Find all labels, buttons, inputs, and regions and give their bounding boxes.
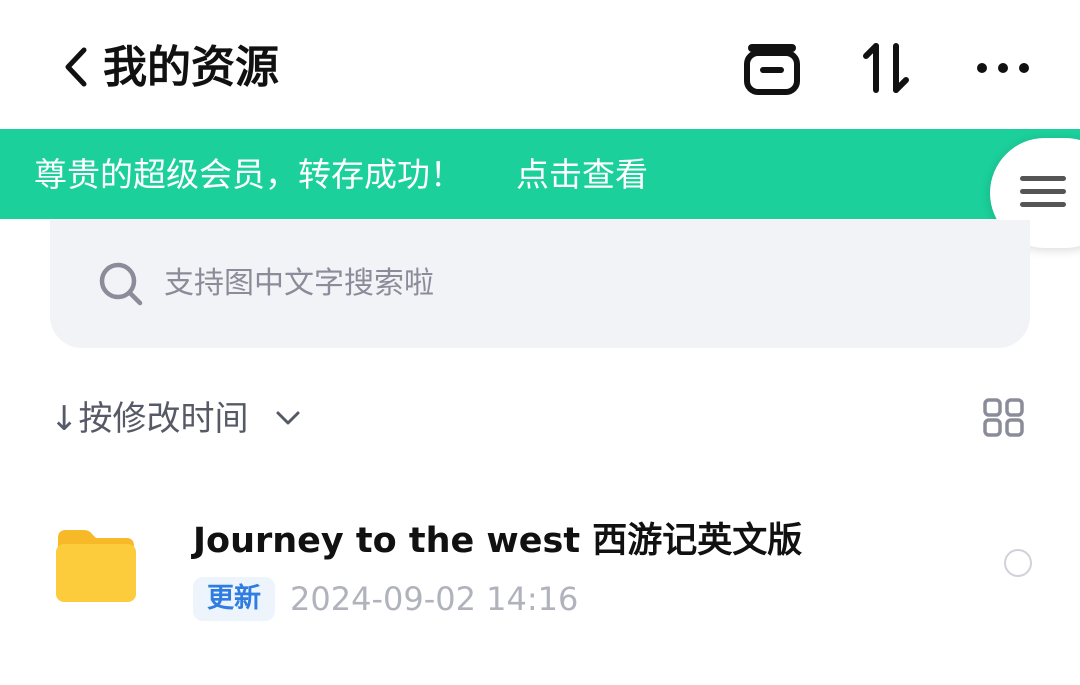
- search-input[interactable]: 支持图中文字搜索啦: [164, 263, 434, 305]
- grid-view-icon[interactable]: [982, 398, 1026, 438]
- more-button[interactable]: [972, 48, 1034, 88]
- banner-view-link[interactable]: 点击查看: [516, 153, 648, 197]
- select-checkbox[interactable]: [1004, 549, 1032, 577]
- chevron-down-icon[interactable]: [274, 406, 302, 430]
- sort-arrows-icon: [863, 43, 909, 93]
- folder-outline-icon: [744, 44, 800, 95]
- sort-by-modified-time[interactable]: ↓按修改时间: [50, 396, 249, 442]
- hamburger-icon: [1020, 176, 1066, 207]
- file-name[interactable]: Journey to the west 西游记英文版: [193, 517, 802, 565]
- search-icon: [96, 259, 146, 309]
- sort-button[interactable]: [858, 40, 916, 96]
- file-modified-date: 2024-09-02 14:16: [290, 580, 579, 618]
- banner-message: 尊贵的超级会员，转存成功！: [34, 155, 463, 194]
- more-dots-icon: [977, 63, 1029, 73]
- chevron-left-icon: [65, 47, 87, 87]
- page-title: 我的资源: [103, 42, 279, 93]
- folder-button[interactable]: [742, 40, 802, 96]
- folder-icon: [54, 528, 138, 604]
- update-badge: 更新: [193, 577, 275, 621]
- back-button[interactable]: [60, 44, 94, 90]
